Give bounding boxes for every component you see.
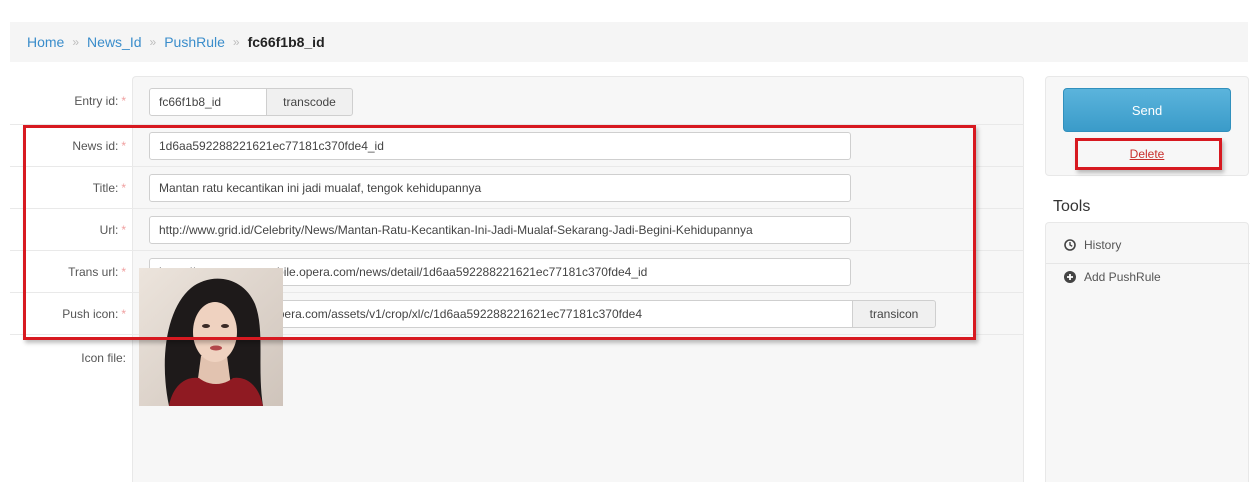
breadcrumb-separator: » (232, 35, 240, 49)
required-mark: * (121, 94, 126, 108)
clock-icon (1064, 239, 1076, 251)
tools-heading: Tools (1053, 198, 1091, 215)
plus-circle-icon (1064, 271, 1076, 283)
breadcrumb-separator: » (149, 35, 157, 49)
tool-add-pushrule-label: Add PushRule (1084, 270, 1161, 284)
tool-divider (1046, 263, 1250, 264)
tool-add-pushrule[interactable]: Add PushRule (1064, 267, 1161, 287)
transcode-button[interactable]: transcode (266, 88, 353, 116)
entry-id-field[interactable]: fc66f1b8_id (149, 88, 267, 116)
breadcrumb-home[interactable]: Home (27, 34, 64, 50)
entry-id-label-text: Entry id: (74, 94, 119, 108)
tool-history[interactable]: History (1064, 235, 1121, 255)
breadcrumb: Home » News_Id » PushRule » fc66f1b8_id (10, 22, 1248, 62)
breadcrumb-pushrule[interactable]: PushRule (164, 34, 225, 50)
send-button[interactable]: Send (1063, 88, 1231, 132)
breadcrumb-current: fc66f1b8_id (247, 34, 325, 50)
tool-history-label: History (1084, 238, 1122, 252)
tools-panel: History Add PushRule (1045, 222, 1250, 482)
entry-id-label: Entry id: * (10, 94, 126, 108)
annotation-highlight-fields (23, 125, 976, 340)
icon-file-label: Icon file: (81, 351, 126, 365)
breadcrumb-separator: » (72, 35, 80, 49)
breadcrumb-news[interactable]: News_Id (87, 34, 141, 50)
annotation-highlight-delete (1075, 138, 1222, 170)
